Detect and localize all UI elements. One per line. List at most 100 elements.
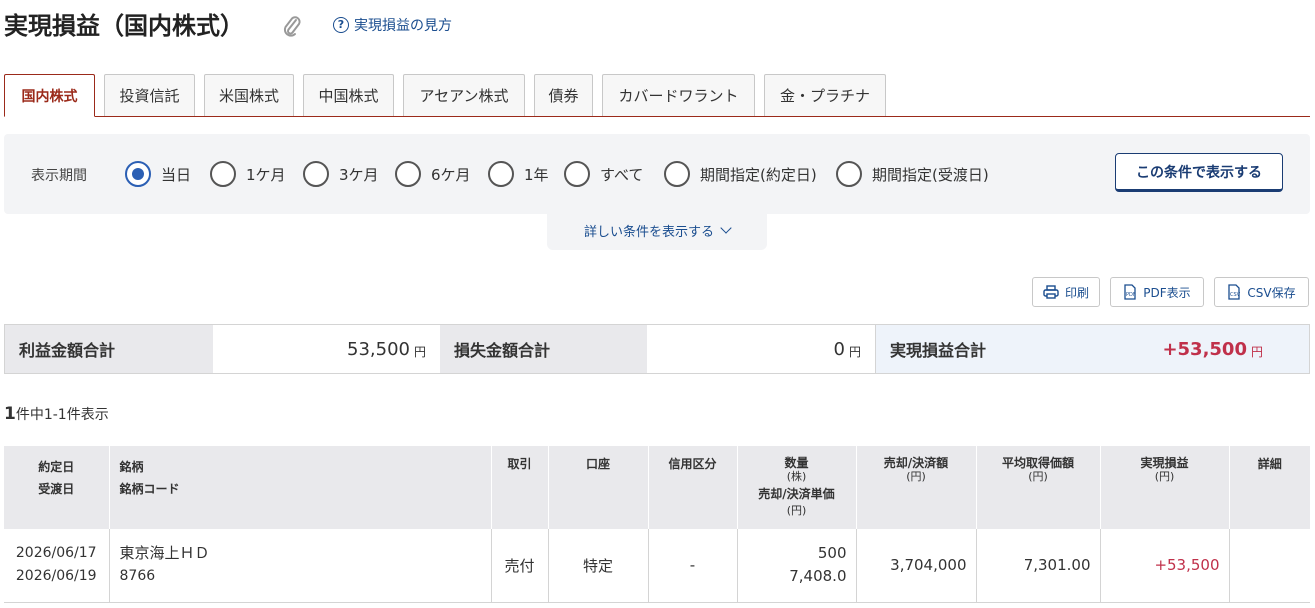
cell-trade: 売付 (491, 529, 549, 603)
result-count-text: 件中1-1件表示 (15, 407, 109, 423)
tab-asean-stocks[interactable]: アセアン株式 (403, 74, 525, 116)
col-trade: 取引 (491, 446, 549, 529)
radio-today[interactable]: 当日 (125, 161, 191, 187)
col-settle-date: 受渡日 (38, 482, 75, 496)
cell-qty-price: 500 7,408.0 (737, 529, 857, 603)
print-label: 印刷 (1064, 285, 1089, 300)
yen-unit: 円 (848, 344, 861, 359)
summary-bar: 利益金額合計 53,500 円 損失金額合計 0円 実現損益合計 +53,500 円 (4, 324, 1310, 374)
yen-unit: 円 (1250, 344, 1263, 359)
yen-unit: 円 (413, 344, 426, 359)
col-account: 口座 (548, 446, 649, 529)
col-trade-date: 約定日 (38, 460, 75, 474)
profit-total-label: 利益金額合計 (5, 325, 213, 373)
col-price: 売却/決済単価 (758, 487, 835, 501)
result-count-number: 1 (4, 404, 16, 424)
col-amount-unit: (円) (906, 470, 926, 483)
col-detail: 詳細 (1229, 446, 1310, 529)
tab-label: 投資信託 (119, 87, 180, 105)
radio-label: 期間指定(約定日) (700, 165, 817, 184)
col-qty: 数量 (784, 456, 809, 470)
radio-circle (210, 161, 236, 187)
tab-investment-trusts[interactable]: 投資信託 (104, 74, 195, 116)
tab-label: 中国株式 (318, 87, 379, 105)
tab-gold-platinum[interactable]: 金・プラチナ (764, 74, 886, 116)
profit-total-value: 53,500 円 (213, 325, 440, 373)
realized-pl-table: 約定日 受渡日 銘柄 銘柄コード 取引 口座 信用区分 数量 (株) 売却/決済単価… (4, 446, 1310, 603)
tab-label: アセアン株式 (419, 87, 509, 105)
cell-stock: 東京海上ＨＤ 8766 (109, 529, 492, 603)
radio-circle (488, 161, 514, 187)
realized-total-label: 実現損益合計 (875, 325, 1035, 373)
settle-date: 2026/06/19 (15, 568, 97, 585)
tab-label: 債券 (548, 87, 579, 105)
col-pl-unit: (円) (1154, 470, 1175, 483)
cell-dates: 2026/06/17 2026/06/19 (4, 529, 110, 603)
radio-circle (564, 161, 590, 187)
radio-circle (395, 161, 421, 187)
realized-total-value: +53,500 円 (1035, 325, 1309, 373)
tab-china-stocks[interactable]: 中国株式 (303, 74, 394, 116)
pdf-button[interactable]: PDF PDF表示 (1110, 277, 1204, 307)
printer-icon (1043, 285, 1059, 299)
svg-text:PDF: PDF (1126, 292, 1136, 298)
show-more-conditions[interactable]: 詳しい条件を表示する (547, 210, 767, 250)
tab-us-stocks[interactable]: 米国株式 (204, 74, 294, 116)
svg-text:CSV: CSV (1230, 292, 1241, 298)
radio-circle (125, 161, 151, 187)
help-link-label: 実現損益の見方 (354, 18, 452, 34)
cell-realized-pl: +53,500 (1100, 529, 1230, 603)
cell-avg-cost: 7,301.00 (976, 529, 1101, 603)
radio-range-trade-date[interactable]: 期間指定(約定日) (664, 161, 817, 187)
loss-total-value: 0円 (647, 325, 875, 373)
period-label: 表示期間 (31, 168, 87, 184)
radio-1year[interactable]: 1年 (488, 161, 549, 187)
radio-label: 当日 (161, 165, 192, 184)
tab-label: 金・プラチナ (779, 87, 870, 105)
radio-range-settle-date[interactable]: 期間指定(受渡日) (836, 161, 989, 187)
radio-circle (303, 161, 329, 187)
stock-code: 8766 (119, 568, 156, 585)
col-stock: 銘柄 銘柄コード (109, 446, 492, 529)
more-conditions-label: 詳しい条件を表示する (583, 224, 714, 240)
apply-filter-button[interactable]: この条件で表示する (1115, 153, 1283, 192)
loss-total-label: 損失金額合計 (440, 325, 647, 373)
tab-domestic-stocks[interactable]: 国内株式 (4, 74, 95, 117)
col-pl-label: 実現損益 (1140, 456, 1189, 470)
csv-button[interactable]: CSV CSV保存 (1214, 277, 1309, 307)
result-count: 1件中1-1件表示 (4, 404, 109, 424)
realized-amount: +53,500 (1162, 338, 1247, 360)
radio-label: すべて (600, 165, 644, 184)
tab-label: 国内株式 (21, 88, 78, 105)
col-stock-name: 銘柄 (119, 460, 144, 474)
radio-circle (664, 161, 690, 187)
paperclip-icon[interactable] (281, 14, 303, 38)
radio-all[interactable]: すべて (564, 161, 643, 187)
table-header-row: 約定日 受渡日 銘柄 銘柄コード 取引 口座 信用区分 数量 (株) 売却/決済単価… (4, 446, 1310, 529)
tab-bonds[interactable]: 債券 (534, 74, 593, 116)
col-stock-code: 銘柄コード (119, 482, 180, 496)
radio-3months[interactable]: 3ケ月 (303, 161, 379, 187)
col-avg-unit: (円) (1028, 470, 1048, 483)
pdf-label: PDF表示 (1143, 285, 1191, 300)
col-price-unit: (円) (786, 504, 807, 517)
help-link[interactable]: ? 実現損益の見方 (333, 15, 452, 35)
col-avg-label: 平均取得価額 (1001, 456, 1074, 470)
cell-credit: - (648, 529, 738, 603)
page-title: 実現損益（国内株式） (4, 12, 244, 40)
col-realized-pl: 実現損益 (円) (1100, 446, 1230, 529)
radio-label: 1年 (524, 165, 549, 184)
tab-covered-warrants[interactable]: カバードワラント (602, 74, 755, 116)
csv-label: CSV保存 (1247, 285, 1296, 300)
print-button[interactable]: 印刷 (1032, 277, 1100, 307)
col-avg-cost: 平均取得価額 (円) (976, 446, 1101, 529)
pdf-file-icon: PDF (1124, 284, 1136, 300)
trade-date: 2026/06/17 (15, 545, 97, 562)
col-qty-unit: (株) (786, 470, 807, 483)
radio-6months[interactable]: 6ケ月 (395, 161, 471, 187)
csv-file-icon: CSV (1228, 284, 1241, 300)
radio-1month[interactable]: 1ケ月 (210, 161, 286, 187)
radio-circle (836, 161, 862, 187)
table-row: 2026/06/17 2026/06/19 東京海上ＨＤ 8766 売付 特定 - … (4, 529, 1310, 603)
radio-label: 期間指定(受渡日) (872, 165, 989, 184)
